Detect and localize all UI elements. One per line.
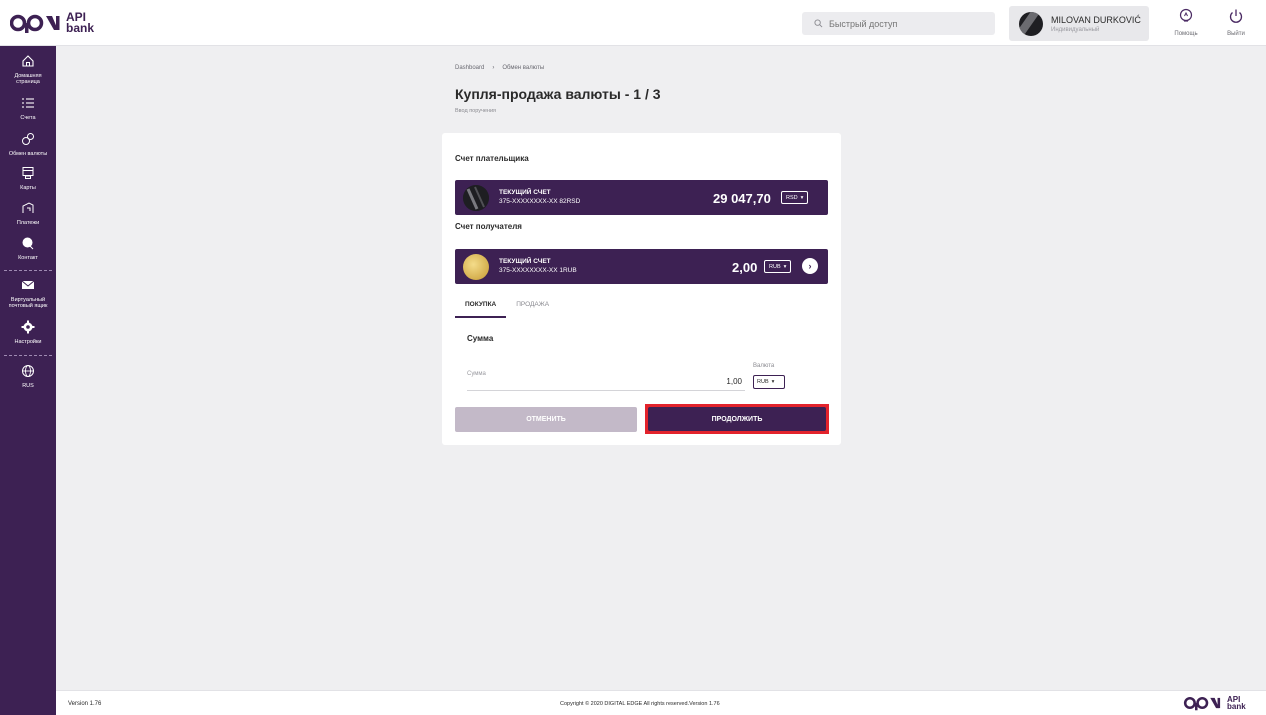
payer-account-card[interactable]: ТЕКУЩИЙ СЧЕТ 375-XXXXXXXX-XX 82RSD 29 04… [455, 180, 828, 215]
quick-access-search[interactable] [802, 12, 995, 35]
breadcrumb-current: Обмен валюты [502, 65, 545, 71]
amount-section-label: Сумма [467, 334, 494, 343]
amount-input[interactable]: 1,00 [712, 377, 742, 386]
sidebar-item-label: Карты [20, 185, 36, 191]
help-label: Помощь [1174, 31, 1198, 37]
currency-code: RUB [757, 379, 769, 385]
chevron-right-icon[interactable]: › [802, 258, 818, 274]
page-subtitle: Ввод поручения [455, 108, 497, 114]
operation-tabs: ПОКУПКА ПРОДАЖА [455, 293, 559, 318]
breadcrumb: Dashboard › Обмен валюты [455, 65, 544, 71]
user-profile[interactable]: MILOVAN DURKOVIĆ Индивидуальный [1009, 6, 1149, 41]
receiver-currency-select[interactable]: RUB ▾ [764, 260, 792, 273]
footer-logo: API bank [1182, 695, 1246, 711]
sidebar-item-exchange[interactable]: Обмен валюты [0, 132, 56, 157]
tab-sell[interactable]: ПРОДАЖА [506, 293, 559, 318]
list-icon [0, 96, 56, 113]
sidebar-divider [4, 355, 52, 356]
account-number: 375-XXXXXXXX-XX 82RSD [499, 198, 581, 205]
user-role: Индивидуальный [1051, 26, 1100, 33]
amount-placeholder: Сумма [467, 371, 486, 377]
receiver-account-label: Счет получателя [455, 222, 522, 231]
sidebar: Домашняя страница Счета Обмен валюты Кар… [0, 46, 56, 715]
sidebar-item-label: Настройки [14, 339, 42, 345]
logo-text-bank: bank [1227, 702, 1246, 711]
currency-code: RUB [769, 263, 781, 270]
page-title: Купля-продажа валюты - 1 / 3 [455, 86, 661, 102]
avatar [1019, 11, 1043, 36]
sidebar-divider [4, 270, 52, 271]
search-input[interactable] [829, 18, 979, 29]
sidebar-item-label: страница [16, 79, 40, 85]
sidebar-item-mailbox[interactable]: Виртуальный почтовый ящик [0, 278, 56, 309]
copyright-text: Copyright © 2020 DIGITAL EDGE All rights… [560, 701, 720, 707]
breadcrumb-dashboard[interactable]: Dashboard [455, 65, 484, 71]
sidebar-item-label: Платежи [16, 220, 40, 226]
cards-icon [0, 166, 56, 183]
gear-icon [0, 320, 56, 337]
api-logo-icon [10, 14, 60, 33]
sidebar-item-home[interactable]: Домашняя страница [0, 54, 56, 85]
logo-text-bank: bank [66, 21, 95, 35]
sidebar-item-label: RUS [22, 383, 34, 389]
sidebar-item-payments[interactable]: Платежи [0, 201, 56, 226]
sidebar-item-settings[interactable]: Настройки [0, 320, 56, 345]
mail-icon [0, 278, 56, 295]
payer-account-label: Счет плательщика [455, 154, 529, 163]
currency-select[interactable]: RUB ▾ [753, 375, 785, 389]
version-text: Version 1.76 [68, 701, 102, 707]
sidebar-item-cards[interactable]: Карты [0, 166, 56, 191]
currency-label: Валюта [753, 363, 775, 369]
payment-icon [0, 201, 56, 218]
user-name: MILOVAN DURKOVIĆ [1051, 14, 1141, 25]
sidebar-item-label: Счета [20, 115, 36, 121]
receiver-account-card[interactable]: ТЕКУЩИЙ СЧЕТ 375-XXXXXXXX-XX 1RUB 2,00 R… [455, 249, 828, 284]
chevron-down-icon: ▾ [783, 263, 787, 270]
currency-code: RSD [786, 194, 798, 201]
sidebar-item-accounts[interactable]: Счета [0, 96, 56, 121]
tab-buy[interactable]: ПОКУПКА [455, 293, 507, 318]
exchange-icon [0, 132, 56, 149]
home-icon [0, 54, 56, 71]
amount-underline [467, 390, 745, 391]
chevron-down-icon: ▾ [771, 379, 775, 385]
search-icon [814, 15, 823, 33]
account-avatar [463, 254, 489, 280]
sidebar-item-label: Контакт [18, 255, 38, 261]
cancel-button[interactable]: ОТМЕНИТЬ [455, 407, 637, 432]
sidebar-item-language[interactable]: RUS [0, 364, 56, 389]
account-avatar [463, 185, 489, 211]
api-bank-logo[interactable]: API bank [10, 9, 94, 37]
contact-icon [0, 236, 56, 253]
continue-button[interactable]: ПРОДОЛЖИТЬ [648, 407, 826, 431]
account-number: 375-XXXXXXXX-XX 1RUB [499, 267, 577, 274]
globe-icon [0, 364, 56, 381]
account-type: ТЕКУЩИЙ СЧЕТ [499, 189, 551, 196]
payer-currency-select[interactable]: RSD ▾ [781, 191, 809, 204]
help-button[interactable]: Помощь [1166, 8, 1206, 37]
footer: Version 1.76 Copyright © 2020 DIGITAL ED… [56, 690, 1266, 715]
sidebar-item-label: почтовый ящик [8, 303, 48, 309]
account-balance: 29 047,70 [713, 191, 771, 206]
help-bulb-icon [1166, 8, 1206, 27]
account-balance: 2,00 [732, 260, 758, 275]
logout-label: Выйти [1227, 31, 1245, 37]
api-logo-icon [1183, 697, 1221, 711]
power-icon [1216, 8, 1256, 27]
account-type: ТЕКУЩИЙ СЧЕТ [499, 258, 551, 265]
sidebar-item-contact[interactable]: Контакт [0, 236, 56, 261]
breadcrumb-separator: › [492, 65, 495, 71]
logout-button[interactable]: Выйти [1216, 8, 1256, 37]
chevron-down-icon: ▾ [800, 194, 804, 201]
top-header: API bank MILOVAN DURKOVIĆ Индивидуальный… [0, 0, 1266, 46]
sidebar-item-label: Обмен валюты [8, 151, 48, 157]
